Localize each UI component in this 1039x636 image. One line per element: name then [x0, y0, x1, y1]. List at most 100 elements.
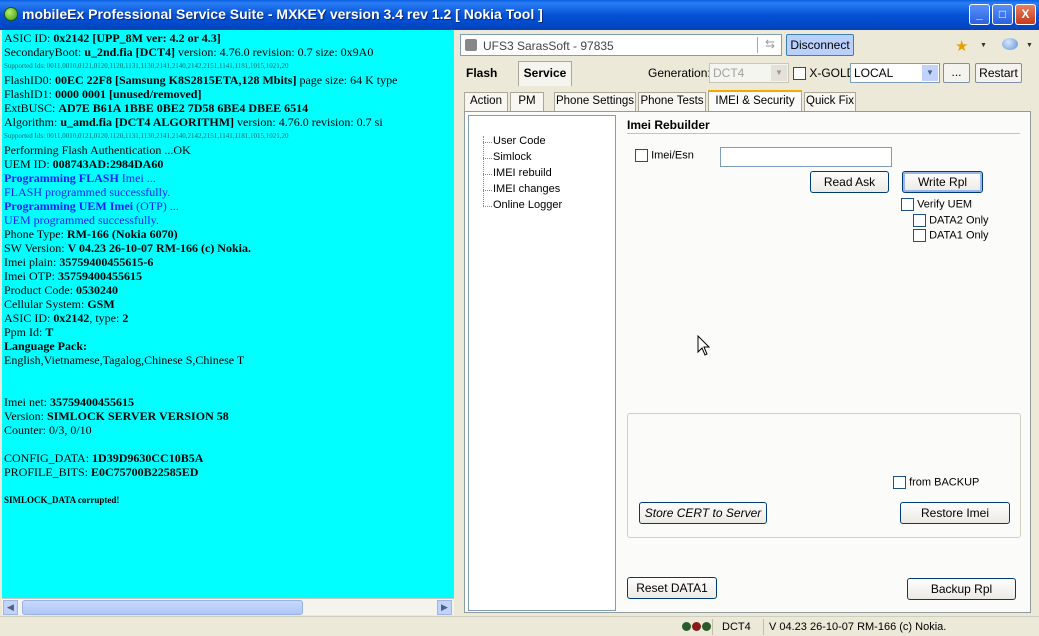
browse-button[interactable]: ...	[943, 63, 970, 83]
read-ask-button[interactable]: Read Ask	[810, 171, 889, 193]
tab-imei-security[interactable]: IMEI & Security	[708, 90, 802, 111]
log-text: Imei ...	[118, 171, 156, 185]
log-line: Ppm Id: T	[4, 325, 452, 339]
log-text: FLASH programmed successfully.	[4, 185, 171, 199]
tree-item-online-logger[interactable]: Online Logger	[493, 199, 562, 211]
log-line: SW Version: V 04.23 26-10-07 RM-166 (c) …	[4, 241, 452, 255]
imei-input[interactable]	[720, 147, 892, 167]
log-line: Cellular System: GSM	[4, 297, 452, 311]
log-line: Imei plain: 35759400455615-6	[4, 255, 452, 269]
tab-action[interactable]: Action	[464, 92, 508, 111]
generation-select[interactable]: DCT4 ▼	[709, 63, 789, 83]
swap-icon[interactable]: ⇆	[760, 37, 780, 53]
checkbox-box[interactable]	[793, 67, 806, 81]
verify-uem-checkbox[interactable]: Verify UEM	[901, 198, 972, 211]
scroll-right-icon[interactable]: ▶	[437, 600, 452, 615]
log-text: SIMLOCK_DATA corrupted!	[4, 495, 120, 505]
log-text: (OTP) ...	[133, 199, 179, 213]
log-text: RM-166 (Nokia 6070)	[66, 227, 178, 241]
log-text: T	[45, 325, 54, 339]
log-line: FlashID0: 00EC 22F8 [Samsung K8S2815ETA,…	[4, 73, 452, 87]
title-bar[interactable]: mobileEx Professional Service Suite - MX…	[0, 0, 1039, 30]
write-rpl-button[interactable]: Write Rpl	[902, 171, 983, 193]
status-bar: DCT4 V 04.23 26-10-07 RM-166 (c) Nokia.	[0, 616, 1039, 636]
generation-value: DCT4	[713, 66, 745, 80]
maximize-button[interactable]: □	[992, 4, 1013, 25]
log-text: FlashID0:	[4, 73, 55, 87]
tree-item-imei-rebuild[interactable]: IMEI rebuild	[493, 167, 552, 179]
restore-imei-button[interactable]: Restore Imei	[900, 502, 1010, 524]
backup-rpl-button[interactable]: Backup Rpl	[907, 578, 1016, 600]
location-select[interactable]: LOCAL ▼	[850, 63, 940, 83]
divider	[712, 619, 713, 635]
led-icon	[682, 622, 691, 631]
log-text: Language Pack:	[4, 339, 88, 353]
log-line: Performing Flash Authentication ...OK	[4, 143, 452, 157]
log-text: 35759400455615	[58, 269, 142, 283]
log-text: GSM	[87, 297, 115, 311]
tree-item-imei-changes[interactable]: IMEI changes	[493, 183, 560, 195]
log-line: CONFIG_DATA: 1D39D9630CC10B5A	[4, 451, 452, 465]
checkbox-box[interactable]	[893, 476, 906, 489]
log-output[interactable]: ASIC ID: 0x2142 [UPP_8M ver: 4.2 or 4.3]…	[2, 30, 454, 598]
app-icon[interactable]	[4, 7, 18, 21]
log-text: 0530240	[76, 283, 118, 297]
checkbox-box[interactable]	[635, 149, 648, 162]
function-tree[interactable]: User Code Simlock IMEI rebuild IMEI chan…	[468, 115, 616, 611]
xgold-checkbox[interactable]: X-GOLD	[793, 66, 855, 81]
section-title: Imei Rebuilder	[627, 118, 710, 132]
chevron-down-icon[interactable]: ▼	[980, 42, 987, 49]
tab-service[interactable]: Service	[518, 61, 572, 86]
tab-flash[interactable]: Flash	[460, 62, 512, 86]
store-cert-button[interactable]: Store CERT to Server	[639, 502, 767, 524]
log-text: Counter: 0/3, 0/10	[4, 423, 92, 437]
tab-phone-tests[interactable]: Phone Tests	[638, 92, 706, 111]
chevron-down-icon[interactable]: ▼	[771, 65, 787, 81]
restart-button[interactable]: Restart	[975, 63, 1022, 83]
checkbox-box[interactable]	[913, 214, 926, 227]
log-text: UEM ID:	[4, 157, 53, 171]
reset-data1-button[interactable]: Reset DATA1	[627, 577, 717, 599]
scroll-left-icon[interactable]: ◀	[3, 600, 18, 615]
interface-selector[interactable]: UFS3 SarasSoft - 97835 ⇆	[460, 34, 782, 56]
log-text: Ppm Id:	[4, 325, 46, 339]
from-backup-checkbox[interactable]: from BACKUP	[893, 476, 979, 489]
chevron-down-icon[interactable]: ▼	[922, 65, 938, 81]
log-horizontal-scrollbar[interactable]: ◀ ▶	[2, 598, 454, 615]
tab-quick-fix[interactable]: Quick Fix	[804, 92, 856, 111]
log-line: FLASH programmed successfully.	[4, 185, 452, 199]
minimize-button[interactable]: _	[969, 4, 990, 25]
log-text: Product Code:	[4, 283, 76, 297]
disconnect-button[interactable]: Disconnect	[786, 34, 854, 56]
log-line: FlashID1: 0000 0001 [unused/removed]	[4, 87, 452, 101]
imei-esn-checkbox[interactable]: Imei/Esn	[635, 149, 694, 162]
tree-connector	[483, 158, 492, 159]
tree-item-user-code[interactable]: User Code	[493, 135, 546, 147]
log-text: u_2nd.fia [DCT4]	[84, 45, 176, 59]
tree-item-simlock[interactable]: Simlock	[493, 151, 532, 163]
star-icon[interactable]: ★	[955, 37, 968, 55]
scroll-thumb[interactable]	[22, 600, 303, 615]
log-text: SIMLOCK SERVER VERSION 58	[47, 409, 229, 423]
log-line: Imei net: 35759400455615	[4, 395, 452, 409]
log-text: version: 4.76.0 revision: 0.7 si	[234, 115, 383, 129]
close-button[interactable]: X	[1015, 4, 1036, 25]
checkbox-box[interactable]	[913, 229, 926, 242]
chat-bubble-icon[interactable]	[1002, 38, 1018, 50]
chevron-down-icon[interactable]: ▼	[1026, 42, 1033, 49]
log-text: Programming UEM Imei	[4, 199, 134, 213]
led-icon	[692, 622, 701, 631]
log-text: FlashID1:	[4, 87, 55, 101]
data1-only-checkbox[interactable]: DATA1 Only	[913, 229, 989, 242]
tab-phone-settings[interactable]: Phone Settings	[554, 92, 636, 111]
log-text: Imei net:	[4, 395, 50, 409]
log-line: UEM ID: 008743AD:2984DA60	[4, 157, 452, 171]
log-text: 35759400455615-6	[59, 255, 154, 269]
from-backup-label: from BACKUP	[909, 476, 980, 489]
data2-only-checkbox[interactable]: DATA2 Only	[913, 214, 989, 227]
checkbox-box[interactable]	[901, 198, 914, 211]
tab-pm[interactable]: PM	[510, 92, 544, 111]
